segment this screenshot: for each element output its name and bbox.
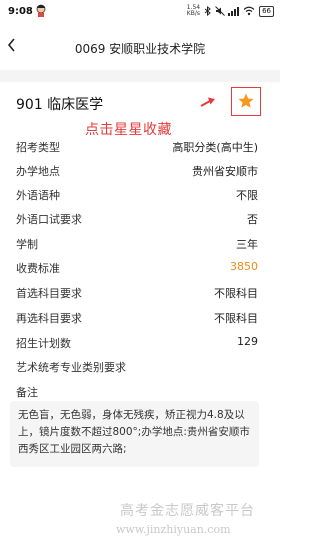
bluetooth-icon <box>204 6 211 16</box>
detail-row: 首选科目要求 不限科目 <box>16 285 258 303</box>
detail-row: 招考类型 高职分类(高中生) <box>16 139 258 157</box>
detail-row: 外语语种 不限 <box>16 187 258 205</box>
row-label: 招生计划数 <box>16 337 71 350</box>
remarks-box: 无色盲，无色弱，身体无残疾，矫正视力4.8及以 上，镜片度数不超过800°;办学… <box>10 401 259 467</box>
page-title: 0069 安顺职业技术学院 <box>74 42 206 56</box>
detail-row: 艺术统考专业类别要求 <box>16 359 258 377</box>
row-label: 办学地点 <box>16 165 60 178</box>
row-value: 高职分类(高中生) <box>172 141 258 154</box>
row-label: 备注 <box>16 386 38 399</box>
remarks-line: 无色盲，无色弱，身体无残疾，矫正视力4.8及以 <box>18 409 245 421</box>
detail-row: 招生计划数 129 <box>16 335 258 353</box>
watermark-name: 高考金志愿威客平台 <box>120 503 255 519</box>
fee-value: 3850 <box>230 260 258 273</box>
row-value: 129 <box>237 335 258 348</box>
row-value: 不限科目 <box>214 312 258 325</box>
signal-icon <box>228 7 240 16</box>
row-value: 三年 <box>236 238 258 251</box>
nav-bar: 0069 安顺职业技术学院 <box>0 24 280 71</box>
notification-person-icon <box>36 4 46 17</box>
detail-row: 学制 三年 <box>16 236 258 254</box>
detail-row: 备注 <box>16 384 258 402</box>
net-speed: 1.54 KB/s <box>187 5 200 17</box>
detail-row: 办学地点 贵州省安顺市 <box>16 163 258 181</box>
row-label: 首选科目要求 <box>16 287 82 300</box>
row-label: 外语语种 <box>16 189 60 202</box>
remarks-line: 西秀区工业园区两六路; <box>18 443 127 455</box>
row-label: 再选科目要求 <box>16 312 82 325</box>
wifi-icon <box>243 6 255 16</box>
row-label: 招考类型 <box>16 141 60 154</box>
row-value: 否 <box>247 213 258 226</box>
battery-indicator: 66 <box>259 5 274 17</box>
row-label: 外语口试要求 <box>16 213 82 226</box>
status-time: 9:08 <box>8 6 33 17</box>
annotation-text: 点击星星收藏 <box>85 122 172 138</box>
row-label: 学制 <box>16 238 38 251</box>
remarks-line: 上，镜片度数不超过800°;办学地点:贵州省安顺市 <box>18 426 250 438</box>
net-speed-unit: KB/s <box>186 10 200 17</box>
section-divider <box>0 70 280 82</box>
star-icon <box>238 93 254 108</box>
watermark-url: www.jinzhiyuan.com <box>116 523 231 536</box>
mute-icon <box>215 6 225 16</box>
row-value: 不限 <box>236 189 258 202</box>
row-label: 艺术统考专业类别要求 <box>16 361 126 374</box>
major-title: 901 临床医学 <box>16 97 104 113</box>
row-value: 贵州省安顺市 <box>192 165 258 178</box>
status-bar: 9:08 1.54 KB/s 66 <box>0 0 280 24</box>
red-arrow-icon <box>200 97 215 107</box>
detail-row: 收费标准 3850 <box>16 260 258 278</box>
detail-row: 外语口试要求 否 <box>16 211 258 229</box>
detail-row: 再选科目要求 不限科目 <box>16 310 258 328</box>
row-value: 不限科目 <box>214 287 258 300</box>
row-label: 收费标准 <box>16 262 60 275</box>
favorite-star-button[interactable] <box>231 87 261 116</box>
